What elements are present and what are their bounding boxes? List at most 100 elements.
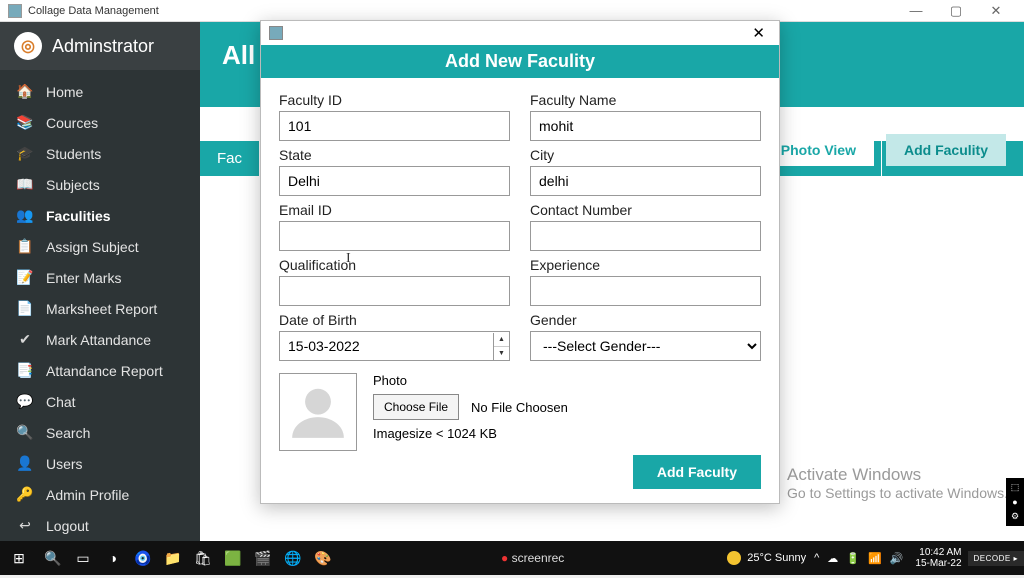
sidebar: ◎ Adminstrator 🏠Home📚Cources🎓Students📖Su… xyxy=(0,22,200,541)
app-icon-5[interactable]: 🎨 xyxy=(308,550,338,567)
modal-app-icon xyxy=(269,26,283,40)
admin-logo-icon: ◎ xyxy=(14,32,42,60)
state-input[interactable] xyxy=(279,166,510,196)
nav-item-subjects[interactable]: 📖Subjects xyxy=(0,169,200,200)
app-icon xyxy=(8,4,22,18)
nav-label: Home xyxy=(46,84,83,100)
contact-input[interactable] xyxy=(530,221,761,251)
activate-windows-watermark: Activate Windows Go to Settings to activ… xyxy=(787,465,1008,501)
app-icon-3[interactable]: 🟩 xyxy=(218,550,248,567)
screenrec-sidestrip[interactable]: ⬚●⚙ xyxy=(1006,478,1024,526)
system-tray[interactable]: ^ ☁ 🔋 📶 🔊 xyxy=(814,552,909,565)
faculty-name-label: Faculty Name xyxy=(530,92,761,108)
nav-item-home[interactable]: 🏠Home xyxy=(0,76,200,107)
nav-item-assign-subject[interactable]: 📋 Assign Subject xyxy=(0,231,200,262)
modal-title: Add New Faculity xyxy=(261,45,779,78)
nav-label: Attandance Report xyxy=(46,363,163,379)
dob-input[interactable] xyxy=(280,332,493,360)
nav-item-cources[interactable]: 📚Cources xyxy=(0,107,200,138)
app-icon-2[interactable]: 🧿 xyxy=(128,550,158,567)
nav-label: Chat xyxy=(46,394,76,410)
nav-item-attandance-report[interactable]: 📑 Attandance Report xyxy=(0,355,200,386)
chevron-up-icon[interactable]: ^ xyxy=(814,552,819,564)
experience-input[interactable] xyxy=(530,276,761,306)
close-button[interactable]: ✕ xyxy=(976,3,1016,19)
state-label: State xyxy=(279,147,510,163)
nav-label: Logout xyxy=(46,518,89,534)
battery-icon[interactable]: 🔋 xyxy=(846,552,860,565)
nav-label: Faculities xyxy=(46,208,111,224)
volume-icon[interactable]: 🔊 xyxy=(890,552,904,565)
window-title: Collage Data Management xyxy=(28,5,159,17)
nav-list: 🏠Home📚Cources🎓Students📖Subjects 👥 Faculiti… xyxy=(0,70,200,578)
taskbar: ⊞ 🔍 ▭ ◑ 🧿 📁 🛍 🟩 🎬 🌐 🎨 ● screenrec 25°C S… xyxy=(0,541,1024,575)
faculty-name-input[interactable] xyxy=(530,111,761,141)
nav-item-users[interactable]: 👤 Users xyxy=(0,448,200,479)
gender-select[interactable]: ---Select Gender--- xyxy=(530,331,761,361)
image-size-hint: Imagesize < 1024 KB xyxy=(373,426,568,441)
assign-subject-icon: 📋 xyxy=(16,238,34,255)
nav-item-admin-profile[interactable]: 🔑 Admin Profile xyxy=(0,479,200,510)
taskview-icon[interactable]: ▭ xyxy=(68,550,98,567)
users-icon: 👤 xyxy=(16,455,34,472)
add-faculty-button[interactable]: Add Faculity xyxy=(886,134,1006,166)
nav-label: Students xyxy=(46,146,101,162)
modal-close-button[interactable]: ✕ xyxy=(746,24,771,42)
nav-label: Marksheet Report xyxy=(46,301,157,317)
enter-marks-icon: 📝 xyxy=(16,269,34,286)
qualification-label: Qualification xyxy=(279,257,510,273)
mark-attandance-icon: ✔ xyxy=(16,331,34,348)
nav-item-logout[interactable]: ↩Logout xyxy=(0,510,200,541)
nav-label: Enter Marks xyxy=(46,270,121,286)
start-button[interactable]: ⊞ xyxy=(0,550,38,567)
city-input[interactable] xyxy=(530,166,761,196)
email-label: Email ID xyxy=(279,202,510,218)
email-input[interactable] xyxy=(279,221,510,251)
nav-item-mark-attandance[interactable]: ✔Mark Attandance xyxy=(0,324,200,355)
nav-item-enter-marks[interactable]: 📝 Enter Marks xyxy=(0,262,200,293)
nav-item-students[interactable]: 🎓Students xyxy=(0,138,200,169)
nav-item-marksheet-report[interactable]: 📄Marksheet Report xyxy=(0,293,200,324)
app-icon-4[interactable]: 🎬 xyxy=(248,550,278,567)
dob-label: Date of Birth xyxy=(279,312,510,328)
faculities-icon: 👥 xyxy=(16,207,34,224)
maximize-button[interactable]: ▢ xyxy=(936,3,976,19)
file-status: No File Choosen xyxy=(471,400,568,415)
faculty-id-label: Faculty ID xyxy=(279,92,510,108)
window-titlebar: Collage Data Management — ▢ ✕ xyxy=(0,0,1024,22)
chat-icon: 💬 xyxy=(16,393,34,410)
qualification-input[interactable] xyxy=(279,276,510,306)
app-icon-1[interactable]: ◑ xyxy=(98,550,128,566)
attandance-report-icon: 📑 xyxy=(16,362,34,379)
admin-profile-icon: 🔑 xyxy=(16,486,34,503)
search-icon: 🔍 xyxy=(16,424,34,441)
modal-titlebar: ✕ xyxy=(261,21,779,45)
faculty-id-input[interactable] xyxy=(279,111,510,141)
nav-label: Admin Profile xyxy=(46,487,129,503)
dob-spinner[interactable]: ▲▼ xyxy=(493,333,509,360)
nav-label: Cources xyxy=(46,115,98,131)
nav-item-search[interactable]: 🔍 Search xyxy=(0,417,200,448)
admin-header: ◎ Adminstrator xyxy=(0,22,200,70)
store-icon[interactable]: 🛍 xyxy=(188,550,218,567)
nav-item-chat[interactable]: 💬 Chat xyxy=(0,386,200,417)
subjects-icon: 📖 xyxy=(16,176,34,193)
minimize-button[interactable]: — xyxy=(896,3,936,18)
chrome-icon[interactable]: 🌐 xyxy=(278,550,308,567)
city-label: City xyxy=(530,147,761,163)
wifi-icon[interactable]: 📶 xyxy=(868,552,882,565)
clock[interactable]: 10:42 AM 15-Mar-22 xyxy=(909,547,967,569)
weather-widget[interactable]: 25°C Sunny xyxy=(727,551,806,565)
onedrive-icon[interactable]: ☁ xyxy=(827,552,838,565)
choose-file-button[interactable]: Choose File xyxy=(373,394,459,420)
contact-label: Contact Number xyxy=(530,202,761,218)
nav-item-faculities[interactable]: 👥 Faculities xyxy=(0,200,200,231)
nav-label: Users xyxy=(46,456,83,472)
submit-add-faculty-button[interactable]: Add Faculty xyxy=(633,455,761,489)
admin-title: Adminstrator xyxy=(52,36,154,57)
search-icon[interactable]: 🔍 xyxy=(38,550,68,567)
photo-label: Photo xyxy=(373,373,568,388)
explorer-icon[interactable]: 📁 xyxy=(158,550,188,567)
nav-label: Assign Subject xyxy=(46,239,139,255)
nav-label: Search xyxy=(46,425,90,441)
